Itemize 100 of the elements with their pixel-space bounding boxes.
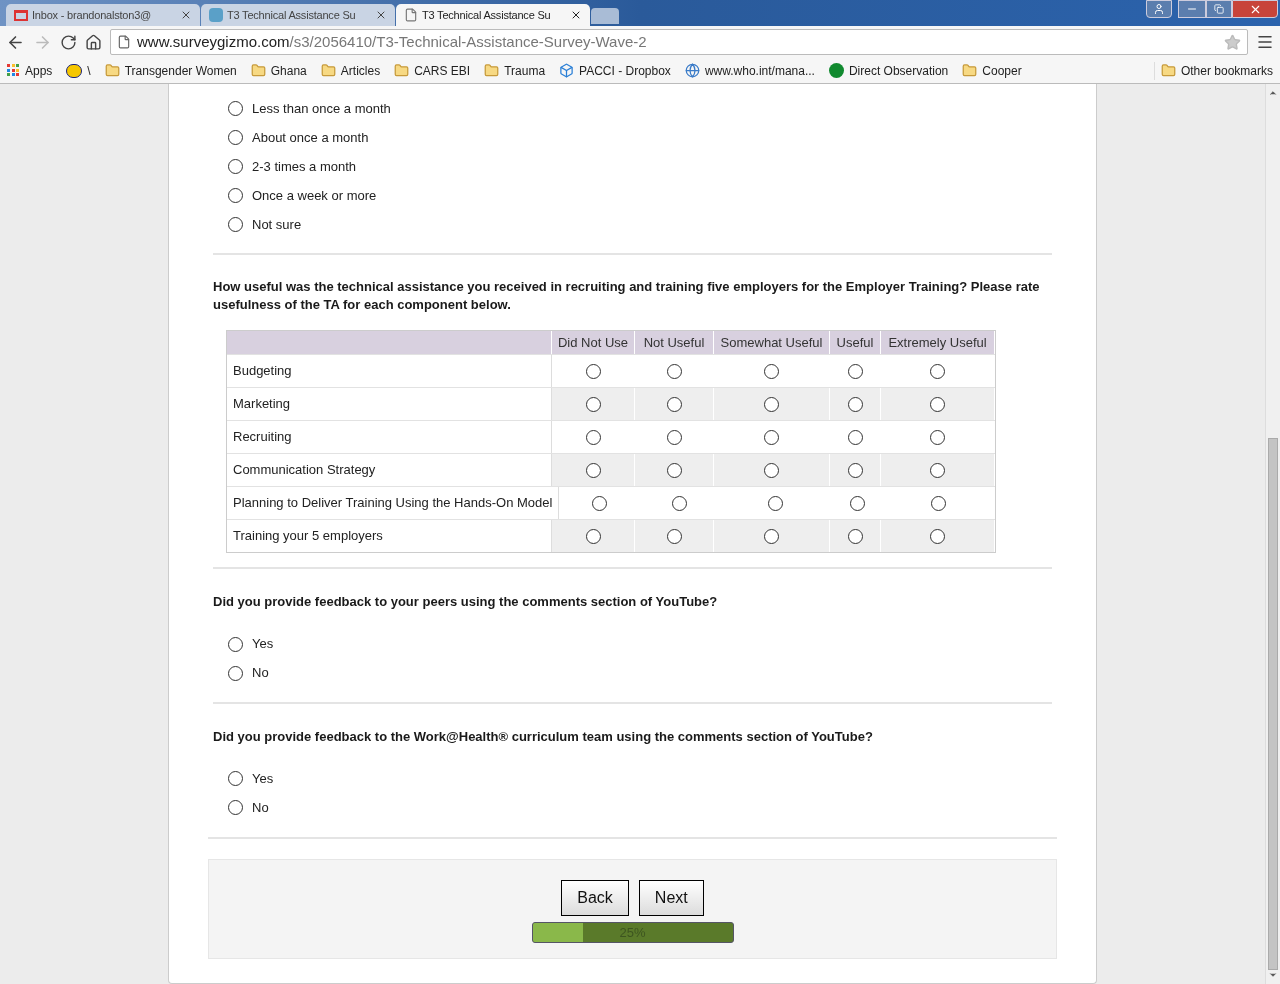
option-label: Once a week or more	[252, 186, 377, 205]
close-icon[interactable]	[180, 9, 192, 21]
radio-button[interactable]	[228, 636, 243, 652]
box-icon	[559, 63, 575, 78]
profile-button[interactable]	[1146, 0, 1172, 18]
bookmark[interactable]: Trauma	[484, 61, 546, 80]
radio-button[interactable]	[228, 217, 243, 232]
radio-button[interactable]	[666, 462, 682, 478]
radio-button[interactable]	[666, 396, 682, 412]
url-text: www.surveygizmo.com/s3/2056410/T3-Technical-Assistance-Survey-Wave-2	[137, 31, 648, 52]
bookmark[interactable]: Transgender Women	[104, 61, 237, 80]
scrollbar[interactable]	[1265, 84, 1280, 984]
radio-button[interactable]	[930, 363, 945, 379]
bookmark[interactable]: Ghana	[250, 61, 307, 80]
radio-button[interactable]	[228, 188, 243, 203]
radio-button[interactable]	[930, 528, 945, 544]
option-label: Not sure	[252, 215, 302, 234]
radio-button[interactable]	[585, 429, 601, 445]
browser-tab[interactable]: T3 Technical Assistance Su	[201, 4, 395, 26]
radio-button[interactable]	[930, 495, 946, 511]
bookmark[interactable]: Direct Observation	[828, 61, 949, 80]
radio-button[interactable]	[585, 396, 601, 412]
nav-button[interactable]: Back	[561, 880, 629, 916]
restore-button[interactable]	[1206, 0, 1232, 18]
radio-button[interactable]	[847, 462, 863, 478]
bookmark-star-icon[interactable]	[1224, 33, 1241, 51]
radio-button[interactable]	[847, 396, 863, 412]
browser-tab[interactable]: Inbox - brandonalston3@	[6, 4, 200, 26]
bookmark-label: www.who.int/mana...	[704, 62, 815, 80]
radio-button[interactable]	[764, 396, 779, 412]
radio-button[interactable]	[666, 528, 682, 544]
radio-button[interactable]	[671, 495, 687, 511]
reload-icon[interactable]	[60, 33, 77, 51]
bookmark[interactable]: Apps	[7, 61, 53, 80]
radio-button[interactable]	[764, 462, 779, 478]
radio-button[interactable]	[847, 528, 863, 544]
bookmark-label: Direct Observation	[848, 62, 949, 80]
radio-button[interactable]	[592, 495, 608, 511]
nav-button[interactable]: Next	[638, 880, 704, 916]
radio-button[interactable]	[666, 429, 682, 445]
option-label: About once a month	[252, 128, 369, 147]
radio-button[interactable]	[930, 429, 945, 445]
bookmark-label: PACCI - Dropbox	[579, 62, 671, 80]
row-label: Communication Strategy	[227, 454, 552, 486]
bookmark[interactable]: Cooper	[962, 61, 1022, 80]
radio-button[interactable]	[930, 462, 945, 478]
bookmark[interactable]: www.who.int/mana...	[684, 61, 815, 80]
address-bar[interactable]: www.surveygizmo.com/s3/2056410/T3-Technical-Assistance-Survey-Wave-2	[110, 29, 1248, 55]
radio-button[interactable]	[228, 130, 243, 145]
globe-icon	[684, 63, 700, 78]
logo-icon	[209, 8, 223, 22]
radio-button[interactable]	[847, 429, 863, 445]
bookmark-label: Apps	[25, 62, 53, 80]
bookmark[interactable]: PACCI - Dropbox	[559, 61, 671, 80]
radio-button[interactable]	[585, 363, 601, 379]
folder-icon	[484, 63, 500, 78]
radio-button[interactable]	[849, 495, 865, 511]
folder-icon	[320, 63, 336, 78]
folder-icon	[962, 63, 978, 78]
minimize-button[interactable]	[1178, 0, 1206, 18]
home-icon[interactable]	[85, 33, 102, 51]
close-window-button[interactable]	[1232, 0, 1278, 18]
radio-button[interactable]	[847, 363, 863, 379]
radio-button[interactable]	[764, 363, 779, 379]
close-icon[interactable]	[375, 9, 387, 21]
radio-button[interactable]	[930, 396, 945, 412]
bookmark[interactable]: CARS EBI	[394, 61, 471, 80]
option-label: No	[252, 664, 269, 683]
bookmark-label: Ghana	[270, 62, 307, 80]
browser-tab[interactable]: T3 Technical Assistance Su	[396, 4, 590, 26]
scroll-up-icon[interactable]	[1268, 88, 1278, 98]
radio-button[interactable]	[228, 101, 243, 116]
radio-button[interactable]	[228, 771, 243, 786]
radio-button[interactable]	[228, 159, 243, 174]
tab-title: T3 Technical Assistance Su	[227, 7, 357, 23]
radio-button[interactable]	[585, 528, 601, 544]
option-label: No	[252, 798, 269, 817]
bookmark-label: Other bookmarks	[1180, 62, 1273, 80]
menu-icon[interactable]	[1256, 33, 1274, 51]
bookmark-label: \	[87, 62, 91, 80]
radio-button[interactable]	[764, 429, 779, 445]
option-label: 2-3 times a month	[252, 157, 357, 176]
scroll-down-icon[interactable]	[1268, 970, 1278, 980]
page-icon	[117, 35, 131, 49]
tab-title: Inbox - brandonalston3@	[32, 7, 153, 23]
apps-grid-icon	[7, 64, 20, 77]
radio-button[interactable]	[228, 665, 243, 681]
option-label: Yes	[252, 769, 274, 788]
radio-button[interactable]	[666, 363, 682, 379]
bookmark[interactable]: \	[66, 61, 91, 80]
folder-icon	[394, 63, 410, 78]
radio-button[interactable]	[767, 495, 783, 511]
bookmark-label: CARS EBI	[414, 62, 471, 80]
close-icon[interactable]	[570, 9, 582, 21]
radio-button[interactable]	[764, 528, 779, 544]
radio-button[interactable]	[228, 800, 243, 815]
radio-button[interactable]	[585, 462, 601, 478]
other-bookmarks[interactable]: Other bookmarks	[1153, 61, 1273, 80]
mail-icon	[14, 9, 28, 21]
bookmark[interactable]: Articles	[320, 61, 381, 80]
